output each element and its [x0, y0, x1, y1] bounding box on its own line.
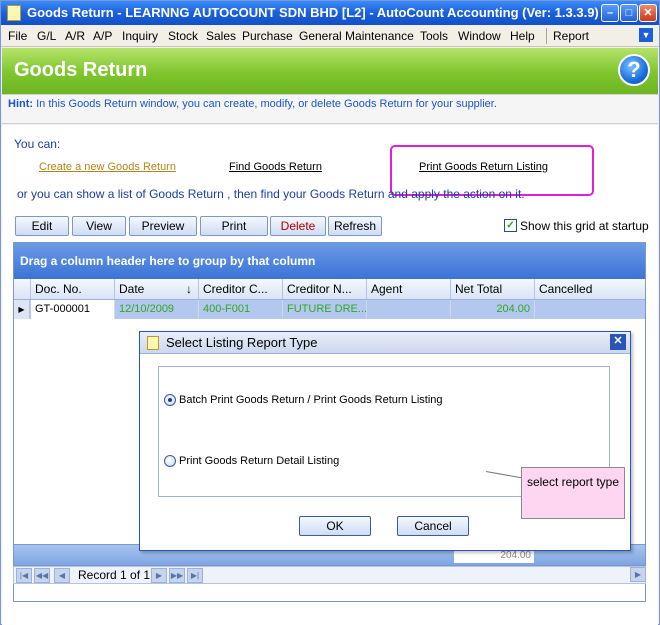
hint-text: In this Goods Return window, you can cre…: [33, 98, 497, 110]
hint-label: Hint:: [8, 98, 34, 110]
last-record-icon[interactable]: ▶|: [187, 568, 203, 583]
col-doc-no[interactable]: Doc. No.: [31, 279, 115, 299]
menu-bar: File G/L A/R A/P Inquiry Stock Sales Pur…: [1, 25, 659, 47]
sort-desc-icon: ↓: [186, 282, 192, 296]
show-grid-label: Show this grid at startup: [520, 219, 649, 233]
col-cancelled[interactable]: Cancelled: [535, 279, 645, 299]
close-icon[interactable]: ✕: [639, 4, 657, 22]
title-bar: Goods Return - LEARNNG AUTOCOUNT SDN BHD…: [1, 1, 659, 25]
menu-purchase[interactable]: Purchase: [242, 29, 293, 43]
batch-print-label[interactable]: Batch Print Goods Return / Print Goods R…: [179, 394, 443, 406]
menu-ar[interactable]: A/R: [65, 29, 85, 43]
minimize-icon[interactable]: –: [601, 4, 619, 22]
find-goods-return-link[interactable]: Find Goods Return: [229, 161, 322, 173]
cell-doc-no[interactable]: GT-000001: [31, 300, 115, 319]
menu-separator: [546, 28, 547, 44]
dialog-close-icon[interactable]: ✕: [610, 334, 626, 350]
window-title: Goods Return - LEARNNG AUTOCOUNT SDN BHD…: [27, 5, 599, 20]
row-indicator-header: [14, 279, 31, 299]
next-page-icon[interactable]: ▶▶: [169, 568, 185, 583]
or-line-text: or you can show a list of Goods Return ,…: [17, 187, 525, 201]
menu-window[interactable]: Window: [458, 29, 501, 43]
maximize-icon[interactable]: □: [620, 4, 638, 22]
menu-tools[interactable]: Tools: [420, 29, 448, 43]
col-creditor-code[interactable]: Creditor C...: [199, 279, 283, 299]
preview-button[interactable]: Preview: [129, 216, 197, 236]
menu-report[interactable]: Report: [553, 29, 589, 43]
menu-stock[interactable]: Stock: [168, 29, 198, 43]
you-can-label: You can:: [14, 137, 61, 151]
menu-inquiry[interactable]: Inquiry: [122, 29, 158, 43]
cell-creditor-name[interactable]: FUTURE DRE...: [283, 300, 367, 319]
menu-sales[interactable]: Sales: [206, 29, 236, 43]
menu-help[interactable]: Help: [510, 29, 535, 43]
group-panel[interactable]: Drag a column header here to group by th…: [14, 243, 645, 279]
callout-note: select report type: [521, 467, 625, 519]
footer-net-total: 204.00: [454, 549, 534, 563]
next-record-icon[interactable]: ▶: [151, 568, 167, 583]
page-header: Goods Return ?: [2, 48, 658, 94]
page-title: Goods Return: [14, 59, 148, 81]
print-button[interactable]: Print: [200, 216, 268, 236]
col-creditor-name[interactable]: Creditor N...: [283, 279, 367, 299]
menu-gl[interactable]: G/L: [37, 29, 56, 43]
chevron-down-icon[interactable]: ▼: [639, 28, 653, 42]
prev-page-icon[interactable]: ◀◀: [34, 568, 50, 583]
detail-listing-label[interactable]: Print Goods Return Detail Listing: [179, 455, 339, 467]
cancel-button[interactable]: Cancel: [397, 516, 469, 536]
menu-ap[interactable]: A/P: [93, 29, 112, 43]
dialog-icon: [147, 336, 159, 350]
cell-date[interactable]: 12/10/2009: [115, 300, 199, 319]
record-count-text: Record 1 of 1: [78, 568, 151, 582]
main-window: Goods Return - LEARNNG AUTOCOUNT SDN BHD…: [0, 0, 660, 625]
create-goods-return-link[interactable]: Create a new Goods Return: [39, 161, 176, 173]
record-navigator: |◀ ◀◀ ◀ Record 1 of 1 ▶ ▶▶ ▶|: [13, 566, 646, 584]
col-date-label: Date: [119, 282, 145, 296]
batch-print-radio[interactable]: [164, 394, 176, 406]
menu-general-maintenance[interactable]: General Maintenance: [299, 29, 414, 43]
cell-net-total[interactable]: 204.00: [451, 300, 535, 319]
edit-button[interactable]: Edit: [15, 216, 69, 236]
row-pointer-icon: ▶: [14, 300, 30, 319]
col-date[interactable]: Date ↓: [115, 279, 199, 299]
column-header-row: Doc. No. Date ↓ Creditor C... Creditor N.…: [14, 279, 645, 300]
first-record-icon[interactable]: |◀: [16, 568, 32, 583]
show-grid-checkbox[interactable]: ✓: [504, 219, 517, 232]
prev-record-icon[interactable]: ◀: [54, 568, 70, 583]
dialog-title-bar: Select Listing Report Type ✕: [140, 332, 630, 354]
col-agent[interactable]: Agent: [367, 279, 451, 299]
detail-listing-radio[interactable]: [164, 455, 176, 467]
col-net-total[interactable]: Net Total: [451, 279, 535, 299]
ok-button[interactable]: OK: [299, 516, 371, 536]
refresh-button[interactable]: Refresh: [328, 216, 382, 236]
app-icon: [7, 5, 21, 21]
menu-file[interactable]: File: [8, 29, 27, 43]
cell-creditor-code[interactable]: 400-F001: [199, 300, 283, 319]
cell-agent[interactable]: [367, 300, 451, 319]
help-icon[interactable]: ?: [618, 54, 650, 86]
delete-button[interactable]: Delete: [270, 216, 326, 236]
scroll-right-icon[interactable]: ▶: [630, 567, 646, 582]
dialog-title: Select Listing Report Type: [166, 335, 318, 350]
view-button[interactable]: View: [72, 216, 126, 236]
cell-cancelled[interactable]: [535, 300, 645, 319]
hint-bar: Hint: In this Goods Return window, you c…: [2, 94, 658, 124]
table-row[interactable]: ▶ GT-000001 12/10/2009 400-F001 FUTURE D…: [14, 300, 645, 319]
